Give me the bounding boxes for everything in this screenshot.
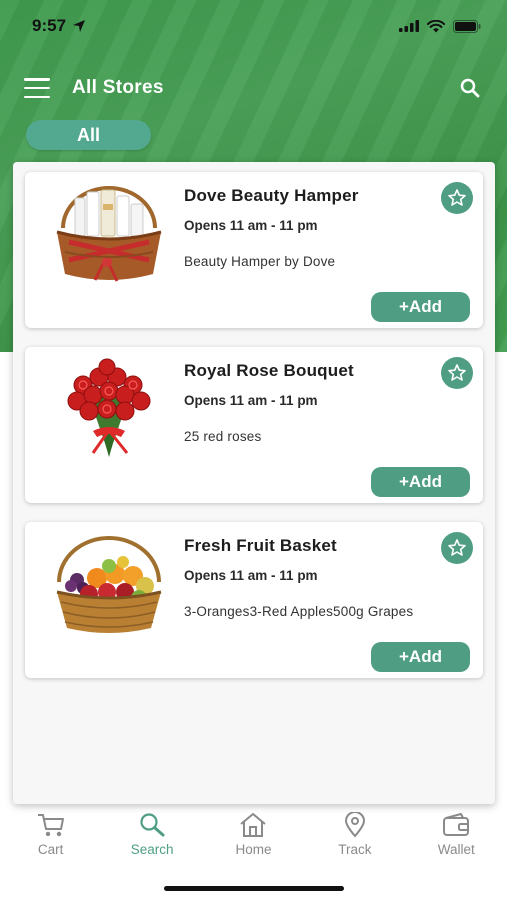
add-button[interactable]: +Add (371, 292, 470, 322)
status-bar: 9:57 (0, 0, 507, 52)
product-description: 25 red roses (184, 429, 262, 444)
cart-icon (37, 814, 64, 837)
tab-track[interactable]: Track (310, 812, 400, 857)
product-description: Beauty Hamper by Dove (184, 254, 336, 269)
add-button[interactable]: +Add (371, 467, 470, 497)
product-card[interactable]: Royal Rose Bouquet Opens 11 am - 11 pm 2… (25, 347, 483, 503)
add-button[interactable]: +Add (371, 642, 470, 672)
wifi-icon (427, 19, 445, 32)
fruit-basket-image (56, 536, 162, 633)
product-hours: Opens 11 am - 11 pm (184, 568, 318, 583)
location-pin-icon (344, 812, 365, 838)
home-indicator[interactable] (164, 886, 344, 891)
signal-icon (399, 20, 419, 32)
tab-cart[interactable]: Cart (6, 812, 96, 857)
favorite-star-icon[interactable] (441, 182, 473, 214)
tab-wallet[interactable]: Wallet (411, 812, 501, 857)
tab-label: Cart (37, 842, 64, 857)
hamburger-menu-icon[interactable] (24, 78, 50, 98)
app-header: All Stores (0, 66, 507, 110)
filter-chip-all[interactable]: All (26, 120, 151, 150)
rose-bouquet-image (67, 358, 151, 457)
location-arrow-icon (73, 20, 86, 32)
tab-label: Search (130, 842, 174, 857)
tab-home[interactable]: Home (208, 812, 298, 857)
product-title: Dove Beauty Hamper (184, 186, 359, 205)
product-card[interactable]: Fresh Fruit Basket Opens 11 am - 11 pm 3… (25, 522, 483, 678)
search-icon[interactable] (457, 75, 483, 101)
product-hours: Opens 11 am - 11 pm (184, 218, 318, 233)
tab-label: Wallet (437, 842, 475, 857)
search-icon (140, 813, 165, 837)
product-hours: Opens 11 am - 11 pm (184, 393, 318, 408)
home-icon (240, 813, 267, 837)
product-title: Royal Rose Bouquet (184, 361, 354, 380)
wallet-icon (443, 813, 470, 836)
product-description: 3-Oranges3-Red Apples500g Grapes (184, 604, 414, 619)
tab-search[interactable]: Search (107, 812, 197, 857)
status-indicators (399, 19, 481, 33)
gift-basket-image (56, 186, 162, 282)
status-time: 9:57 (32, 16, 86, 36)
product-card[interactable]: Dove Beauty Hamper Opens 11 am - 11 pm B… (25, 172, 483, 328)
bottom-tab-bar: Cart Search Home Track Wallet (0, 812, 507, 872)
product-list: Dove Beauty Hamper Opens 11 am - 11 pm B… (13, 162, 495, 804)
tab-label: Track (338, 842, 372, 857)
favorite-star-icon[interactable] (441, 532, 473, 564)
tab-label: Home (235, 842, 272, 857)
battery-icon (453, 19, 481, 33)
page-title: All Stores (72, 77, 164, 98)
product-title: Fresh Fruit Basket (184, 536, 337, 555)
clock-label: 9:57 (32, 16, 67, 35)
favorite-star-icon[interactable] (441, 357, 473, 389)
